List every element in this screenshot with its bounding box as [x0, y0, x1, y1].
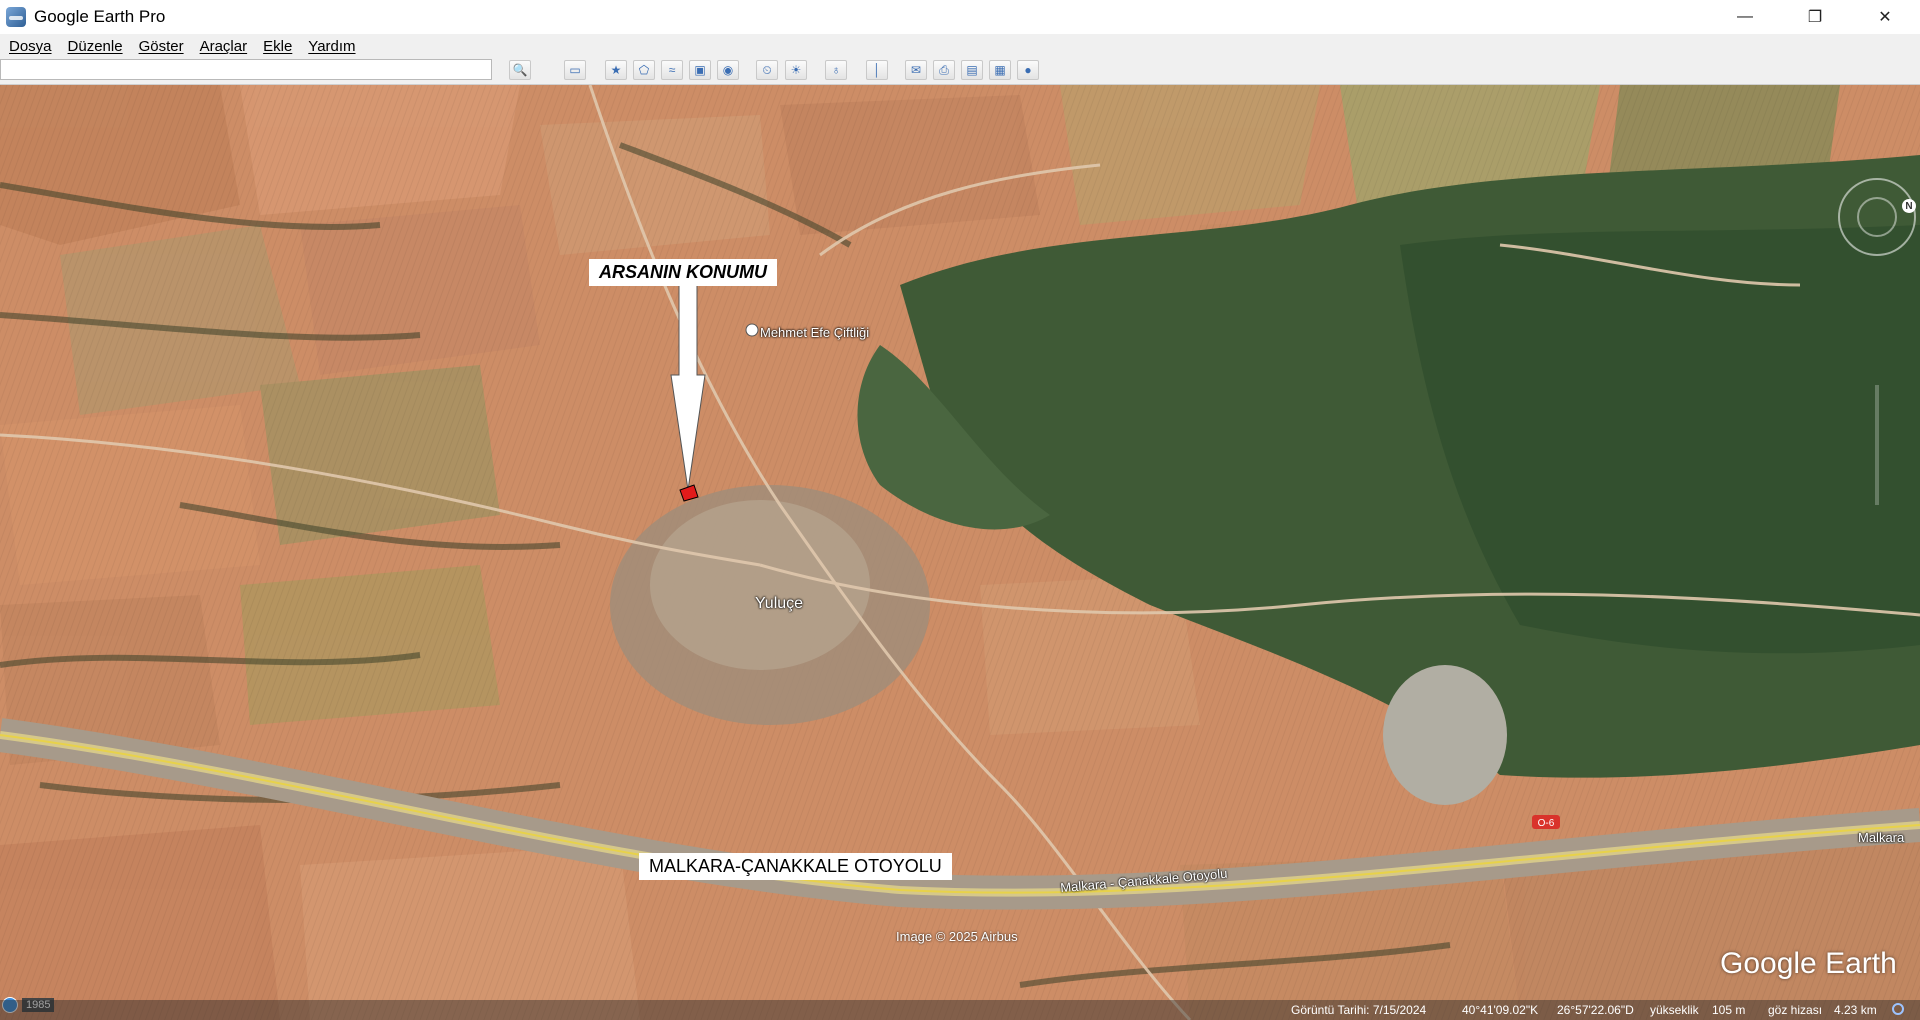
- view-in-maps-icon[interactable]: ▦: [989, 60, 1011, 80]
- google-earth-app-icon: [6, 7, 26, 27]
- elevation-label: yükseklik: [1650, 1003, 1699, 1017]
- longitude: 26°57'22.06"D: [1557, 1003, 1634, 1017]
- zoom-slider[interactable]: [1875, 385, 1879, 505]
- record-tour-icon[interactable]: ◉: [717, 60, 739, 80]
- window-controls: — ❐ ✕: [1710, 0, 1920, 34]
- menu-bar: Dosya Düzenle Göster Araçlar Ekle Yardım: [0, 34, 1920, 58]
- satellite-imagery: O-6: [0, 85, 1920, 1020]
- sunlight-icon[interactable]: ☀: [785, 60, 807, 80]
- restore-button[interactable]: ❐: [1780, 0, 1850, 34]
- save-image-icon[interactable]: ▤: [961, 60, 983, 80]
- imagery-copyright: Image © 2025 Airbus: [896, 929, 1018, 944]
- road-name-label-right: Malkara: [1858, 830, 1905, 845]
- ruler-icon[interactable]: │: [866, 60, 888, 80]
- toolbar: 🔍 ▭ ★ ⬠ ≈ ▣ ◉ ⏲ ☀ ♁ │ ✉ ⎙ ▤ ▦ ●: [0, 58, 1920, 85]
- streaming-indicator-icon: [1892, 1003, 1904, 1015]
- planets-icon[interactable]: ♁: [825, 60, 847, 80]
- menu-view[interactable]: Göster: [130, 38, 191, 55]
- search-input[interactable]: [0, 59, 492, 80]
- add-image-overlay-icon[interactable]: ▣: [689, 60, 711, 80]
- add-polygon-icon[interactable]: ⬠: [633, 60, 655, 80]
- elevation-value: 105 m: [1712, 1003, 1746, 1017]
- minimize-button[interactable]: —: [1710, 0, 1780, 34]
- add-path-icon[interactable]: ≈: [661, 60, 683, 80]
- print-icon[interactable]: ⎙: [933, 60, 955, 80]
- place-farm-label[interactable]: Mehmet Efe Çiftliği: [760, 325, 869, 340]
- navigation-compass[interactable]: [1838, 178, 1916, 256]
- place-pin-icon: [745, 323, 759, 337]
- map-view[interactable]: O-6 ARSANIN KONUMU MALKARA-ÇANAKKALE OTO…: [0, 85, 1920, 1020]
- add-placemark-icon[interactable]: ★: [605, 60, 627, 80]
- menu-edit[interactable]: Düzenle: [59, 38, 130, 55]
- menu-help[interactable]: Yardım: [299, 38, 362, 55]
- plot-location-label: ARSANIN KONUMU: [589, 259, 777, 286]
- search-icon[interactable]: 🔍: [509, 60, 531, 80]
- menu-add[interactable]: Ekle: [254, 38, 299, 55]
- historical-imagery-icon[interactable]: ⏲: [756, 60, 778, 80]
- title-bar: Google Earth Pro — ❐ ✕: [0, 0, 1920, 34]
- email-icon[interactable]: ✉: [905, 60, 927, 80]
- window-title: Google Earth Pro: [34, 7, 166, 26]
- highway-label: MALKARA-ÇANAKKALE OTOYOLU: [639, 853, 952, 880]
- google-earth-logo: Google Earth: [1720, 947, 1897, 980]
- road-badge-text: O-6: [1538, 818, 1555, 829]
- sidebar-toggle-icon[interactable]: ▭: [564, 60, 586, 80]
- menu-file[interactable]: Dosya: [0, 38, 59, 55]
- earth-gallery-icon[interactable]: ●: [1017, 60, 1039, 80]
- menu-tools[interactable]: Araçlar: [191, 38, 255, 55]
- status-bar: Görüntü Tarihi: 7/15/2024 40°41'09.02"K …: [0, 1000, 1920, 1020]
- eye-altitude-label: göz hizası: [1768, 1003, 1823, 1017]
- eye-altitude-value: 4.23 km: [1834, 1003, 1877, 1017]
- close-button[interactable]: ✕: [1850, 0, 1920, 34]
- imagery-date: Görüntü Tarihi: 7/15/2024: [1291, 1003, 1427, 1017]
- latitude: 40°41'09.02"K: [1462, 1003, 1539, 1017]
- compass-north-icon[interactable]: N: [1902, 199, 1916, 213]
- place-village-label[interactable]: Yuluçe: [755, 595, 803, 613]
